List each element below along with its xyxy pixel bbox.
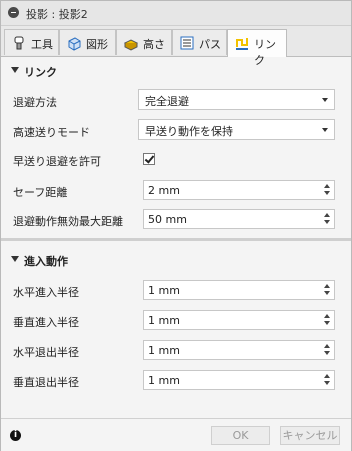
input-value: 1 mm [148,314,180,327]
tab-label: 工具 [31,38,53,51]
tab-label: パス [199,38,221,51]
vertical-lead-out-input[interactable]: 1 mm [143,370,335,390]
max-stay-down-label: 退避動作無効最大距離 [13,215,123,228]
increment-icon[interactable] [324,314,330,318]
tool-icon [14,36,24,50]
section-divider [1,238,351,241]
vertical-lead-in-label: 垂直進入半径 [13,316,79,329]
retract-policy-label: 退避方法 [13,96,57,109]
collapse-triangle-icon[interactable] [11,256,19,262]
horizontal-lead-in-input[interactable]: 1 mm [143,280,335,300]
decrement-icon[interactable] [324,220,330,224]
tab-geometry[interactable]: 図形 [59,29,116,55]
dialog-window: 投影 : 投影2 工具 図形 高さ パス リンク リンク 退避方法 完全退避 高… [0,0,352,451]
info-icon[interactable]: i [10,430,21,441]
input-value: 1 mm [148,374,180,387]
horizontal-lead-out-label: 水平退出半径 [13,346,79,359]
spinner[interactable] [322,283,332,297]
horizontal-lead-out-input[interactable]: 1 mm [143,340,335,360]
linking-icon [236,38,248,50]
cancel-button[interactable]: キャンセル [280,426,340,445]
input-value: 1 mm [148,284,180,297]
linking-section-header[interactable]: リンク [1,62,351,80]
tab-label: 図形 [86,38,108,51]
decrement-icon[interactable] [324,191,330,195]
tab-linking[interactable]: リンク [227,29,287,67]
input-value: 1 mm [148,344,180,357]
dropdown-arrow-icon [322,98,328,102]
allow-rapid-retract-label: 早送り退避を許可 [13,155,101,168]
horizontal-lead-in-label: 水平進入半径 [13,286,79,299]
tab-heights[interactable]: 高さ [116,29,172,55]
safe-distance-input[interactable]: 2 mm [143,180,335,200]
retract-policy-select[interactable]: 完全退避 [138,89,335,110]
spinner[interactable] [322,183,332,197]
input-value: 50 mm [148,213,187,226]
allow-rapid-retract-checkbox[interactable] [143,153,155,165]
input-value: 2 mm [148,184,180,197]
high-feed-mode-select[interactable]: 早送り動作を保持 [138,119,335,140]
vertical-lead-in-input[interactable]: 1 mm [143,310,335,330]
decrement-icon[interactable] [324,321,330,325]
increment-icon[interactable] [324,374,330,378]
decrement-icon[interactable] [324,381,330,385]
spinner[interactable] [322,212,332,226]
window-title: 投影 : 投影2 [26,8,88,21]
passes-icon [180,36,194,50]
max-stay-down-input[interactable]: 50 mm [143,209,335,229]
increment-icon[interactable] [324,213,330,217]
collapse-triangle-icon[interactable] [11,67,19,73]
select-value: 早送り動作を保持 [145,125,233,138]
decrement-icon[interactable] [324,291,330,295]
tab-label: 高さ [143,38,165,51]
collapse-icon[interactable] [8,7,19,18]
safe-distance-label: セーフ距離 [13,186,68,199]
title-bar[interactable]: 投影 : 投影2 [1,1,351,26]
geometry-icon [68,37,81,51]
ok-button[interactable]: OK [211,426,270,445]
section-title: 進入動作 [24,255,68,268]
lead-section-header[interactable]: 進入動作 [1,251,351,269]
height-icon [123,39,139,51]
decrement-icon[interactable] [324,351,330,355]
select-value: 完全退避 [145,95,189,108]
increment-icon[interactable] [324,284,330,288]
spinner[interactable] [322,313,332,327]
tab-bar: 工具 図形 高さ パス リンク [1,26,351,67]
increment-icon[interactable] [324,184,330,188]
high-feed-mode-label: 高速送りモード [13,126,90,139]
dropdown-arrow-icon [322,128,328,132]
tab-passes[interactable]: パス [172,29,227,55]
vertical-lead-out-label: 垂直退出半径 [13,376,79,389]
spinner[interactable] [322,343,332,357]
tab-tool[interactable]: 工具 [4,29,59,55]
increment-icon[interactable] [324,344,330,348]
spinner[interactable] [322,373,332,387]
dialog-footer: i OK キャンセル [1,418,351,451]
section-title: リンク [24,66,57,79]
